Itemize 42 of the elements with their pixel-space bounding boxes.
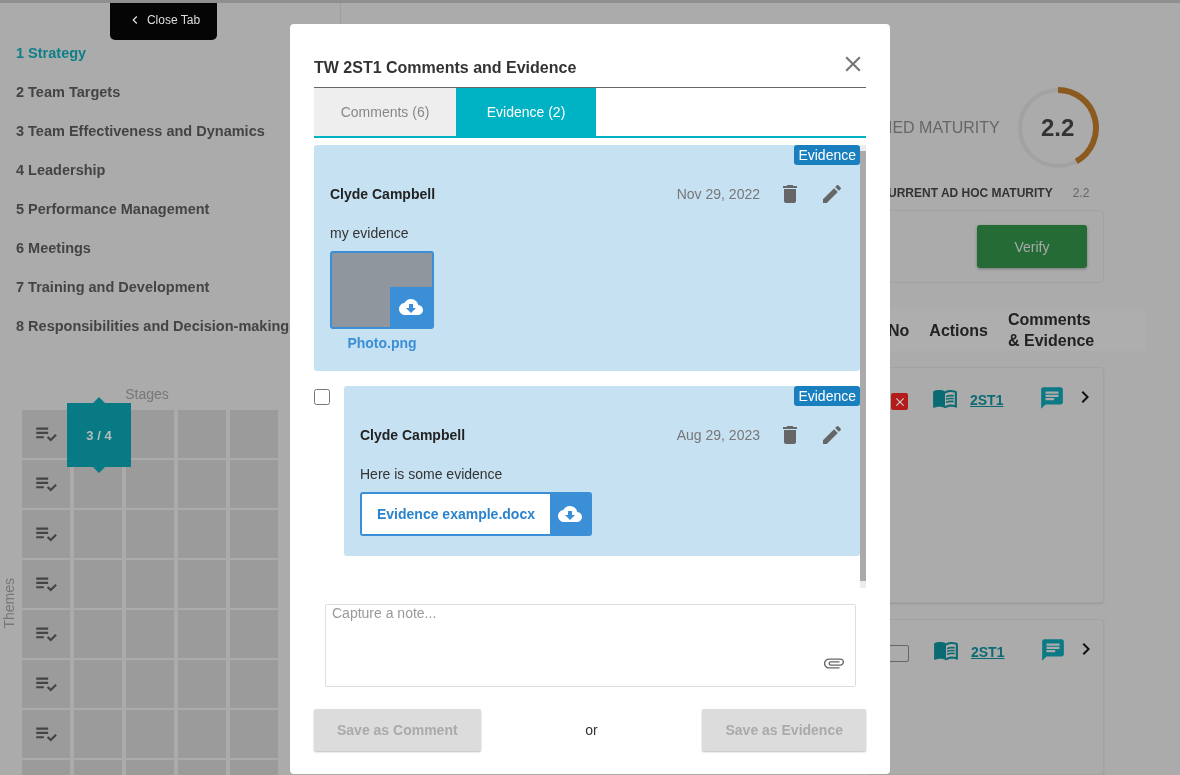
tab[interactable]: Comments (6) <box>314 88 456 136</box>
entry-text: Here is some evidence <box>360 466 504 482</box>
evidence-tag: Evidence <box>794 145 860 165</box>
no-checkbox[interactable] <box>891 393 908 410</box>
column-header: Comments & Evidence <box>1008 310 1095 351</box>
note-field[interactable]: Capture a note... <box>325 604 856 687</box>
theme-cell[interactable] <box>22 710 70 758</box>
tab[interactable]: Evidence (2) <box>456 88 596 136</box>
theme-cell[interactable] <box>22 460 70 508</box>
author-name: Clyde Campbell <box>360 427 467 443</box>
theme-cell[interactable] <box>22 610 70 658</box>
maturity-value: 2.2 <box>1040 113 1076 143</box>
column-header: Actions <box>929 320 988 341</box>
entry-text: my evidence <box>330 225 410 241</box>
ad-hoc-maturity-value: 2.2 <box>1072 186 1090 200</box>
ad-hoc-maturity-label: URRENT AD HOC MATURITY <box>888 186 1053 200</box>
modal-title: TW 2ST1 Comments and Evidence <box>314 59 577 77</box>
entry-checkbox[interactable] <box>314 389 330 405</box>
theme-cell[interactable] <box>22 510 70 558</box>
item-link[interactable]: 2ST1 <box>971 643 1005 660</box>
chat-icon[interactable] <box>1039 385 1066 411</box>
entry-date: Aug 29, 2023 <box>676 427 760 443</box>
stage-tooltip: 3 / 4 <box>67 397 131 473</box>
item-link[interactable]: 2ST1 <box>970 392 1004 408</box>
theme-cell[interactable] <box>22 660 70 708</box>
attachment-link[interactable]: Photo.png <box>330 335 434 351</box>
attachment-link[interactable]: Evidence example.docx <box>362 494 550 534</box>
evidence-tag: Evidence <box>794 386 860 406</box>
entry-date: Nov 29, 2022 <box>676 186 760 202</box>
author-name: Clyde Campbell <box>330 186 437 202</box>
chat-icon[interactable] <box>1040 636 1067 663</box>
or-text: or <box>585 722 598 738</box>
edit-button[interactable] <box>820 182 844 206</box>
theme-cell[interactable] <box>22 560 70 608</box>
grid-cell[interactable] <box>126 460 174 508</box>
edit-button[interactable] <box>820 423 844 447</box>
download-button[interactable] <box>549 494 590 534</box>
verify-button[interactable]: Verify <box>977 225 1087 268</box>
download-button[interactable] <box>390 287 432 327</box>
theme-cell[interactable] <box>22 410 70 458</box>
close-tab-button[interactable]: Close Tab <box>110 3 217 40</box>
photo-placeholder[interactable] <box>330 251 434 329</box>
